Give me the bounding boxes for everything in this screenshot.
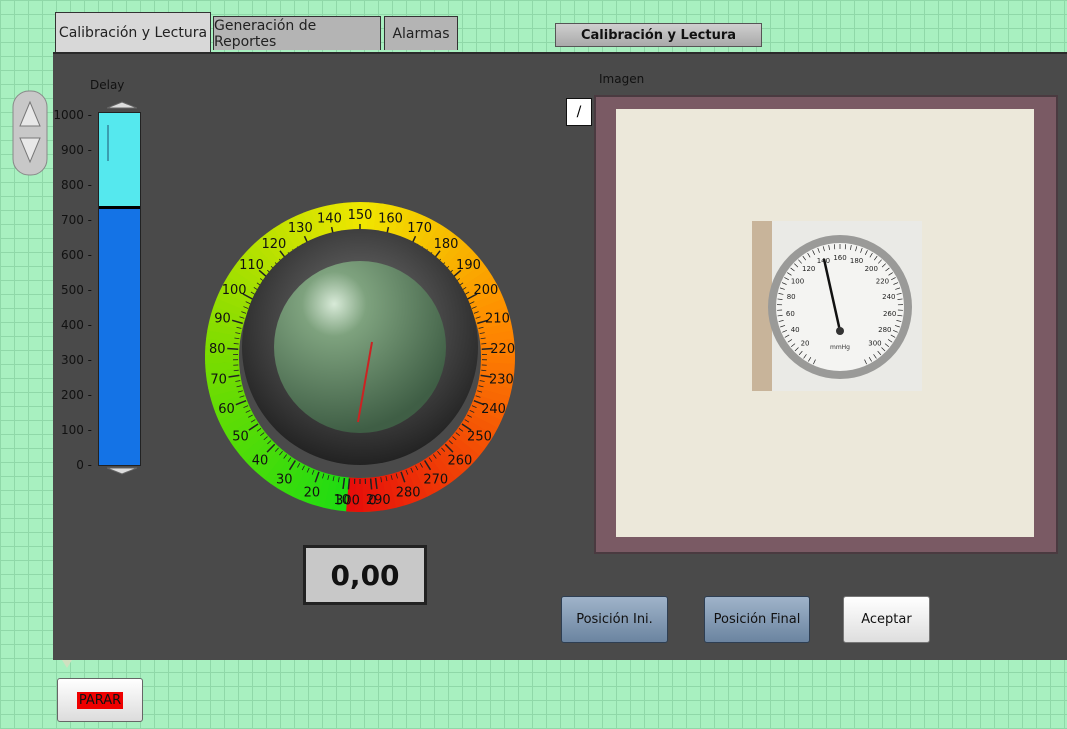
- pencil-tool-icon: /: [576, 104, 582, 120]
- slider-bottom-handle: [107, 467, 137, 475]
- image-label: Imagen: [599, 72, 645, 86]
- gauge-tick-label: 300: [335, 493, 360, 508]
- photo-dial-label: 280: [878, 326, 891, 334]
- photo-dial-label: 240: [882, 293, 895, 301]
- aceptar-button[interactable]: Aceptar: [843, 596, 930, 643]
- gauge-tick-label: 180: [434, 237, 459, 252]
- photo-dial-label: 180: [850, 257, 863, 265]
- delay-tick-label: 800 -: [60, 178, 92, 192]
- gauge-tick-label: 80: [209, 342, 226, 357]
- delay-slider[interactable]: [98, 112, 141, 466]
- arrow-marker-icon: [62, 660, 72, 668]
- delay-tick-label: 900 -: [60, 143, 92, 157]
- delay-tick-label: 600 -: [60, 248, 92, 262]
- gauge-tick: [227, 347, 239, 350]
- delay-tick-label: 400 -: [60, 318, 92, 332]
- gauge-readout: 0,00: [303, 545, 427, 605]
- gauge-tick-label: 160: [378, 211, 403, 226]
- delay-tick-label: 700 -: [60, 213, 92, 227]
- gauge-tick: [347, 478, 351, 490]
- photo-dial-label: 100: [791, 278, 804, 286]
- gauge-tick-label: 20: [304, 486, 321, 501]
- photo-dial-label: 80: [787, 293, 796, 301]
- gauge-tick-label: 240: [481, 402, 506, 417]
- parar-label: PARAR: [76, 691, 124, 709]
- photo-dial-label: 200: [865, 265, 878, 273]
- gauge-photo: 2040608010012014016018020022024026028030…: [752, 221, 922, 391]
- posicion-ini-button[interactable]: Posición Ini.: [561, 596, 668, 643]
- photo-dial-label: 120: [802, 265, 815, 273]
- tab-alarmas[interactable]: Alarmas: [384, 16, 458, 50]
- delay-tick-label: 300 -: [60, 353, 92, 367]
- delay-tick-label: 500 -: [60, 283, 92, 297]
- slider-thumb-mark: [107, 125, 109, 161]
- tab-calibracion[interactable]: Calibración y Lectura: [55, 12, 211, 52]
- section-title: Calibración y Lectura: [555, 23, 762, 47]
- gauge-tick-label: 110: [239, 258, 264, 273]
- gauge-tick-label: 140: [317, 211, 342, 226]
- photo-pivot: [836, 327, 844, 335]
- gauge-tick-label: 100: [222, 283, 247, 298]
- delay-label: Delay: [90, 78, 125, 92]
- gauge-tick-label: 270: [423, 472, 448, 487]
- gauge-tick-label: 30: [276, 472, 293, 487]
- image-frame: 2040608010012014016018020022024026028030…: [594, 95, 1058, 554]
- gauge-tick-label: 130: [288, 221, 313, 236]
- gauge[interactable]: 0102030405060708090100110120130140 150 160…: [195, 95, 545, 525]
- photo-dial-label: 300: [868, 340, 881, 348]
- gauge-tick-label: 280: [396, 486, 421, 501]
- gauge-tick: [481, 343, 487, 345]
- photo-dial-label: 20: [801, 340, 810, 348]
- gauge-tick-label: 290: [366, 493, 391, 508]
- posicion-final-button[interactable]: Posición Final: [704, 596, 810, 643]
- gauge-tick-label: 200: [473, 283, 498, 298]
- delay-slider-fill: [99, 206, 140, 465]
- gauge-tick-label: 120: [262, 237, 287, 252]
- gauge-tick-label: 260: [448, 453, 473, 468]
- image-tool-button[interactable]: /: [566, 98, 592, 126]
- photo-dial: [776, 243, 904, 371]
- gauge-tick-label: 40: [252, 453, 269, 468]
- spin-control[interactable]: [12, 90, 48, 176]
- gauge-tick: [481, 369, 487, 372]
- photo-dial-label: 220: [876, 278, 889, 286]
- gauge-tick-label: 90: [214, 312, 231, 327]
- delay-tick-label: 200 -: [60, 388, 92, 402]
- gauge-tick-label: 230: [489, 373, 514, 388]
- gauge-tick-label: 250: [467, 430, 492, 445]
- gauge-tick: [233, 369, 239, 372]
- gauge-tick-label: 70: [210, 373, 227, 388]
- gauge-tick-label: 60: [218, 402, 235, 417]
- gauge-tick-label: 220: [490, 342, 515, 357]
- gauge-tick-label: 170: [407, 221, 432, 236]
- photo-dial-label: 160: [833, 254, 846, 262]
- image-display: 2040608010012014016018020022024026028030…: [616, 109, 1034, 537]
- parar-button[interactable]: PARAR: [57, 678, 143, 722]
- gauge-tick-label: 150: [348, 208, 373, 223]
- slider-top-handle: [107, 101, 137, 109]
- delay-tick-label: 100 -: [60, 423, 92, 437]
- photo-dial-label: 40: [791, 326, 800, 334]
- photo-unit-label: mmHg: [830, 344, 850, 351]
- gauge-tick-label: 210: [485, 312, 510, 327]
- delay-tick-label: 1000 -: [53, 108, 92, 122]
- gauge-tick-label: 50: [232, 430, 249, 445]
- delay-tick-label: 0 -: [76, 458, 92, 472]
- tab-reportes[interactable]: Generación de Reportes: [213, 16, 381, 50]
- gauge-tick-label: 190: [456, 258, 481, 273]
- photo-dial-label: 260: [883, 310, 896, 318]
- photo-dial-label: 60: [786, 310, 795, 318]
- gauge-tick: [233, 343, 239, 345]
